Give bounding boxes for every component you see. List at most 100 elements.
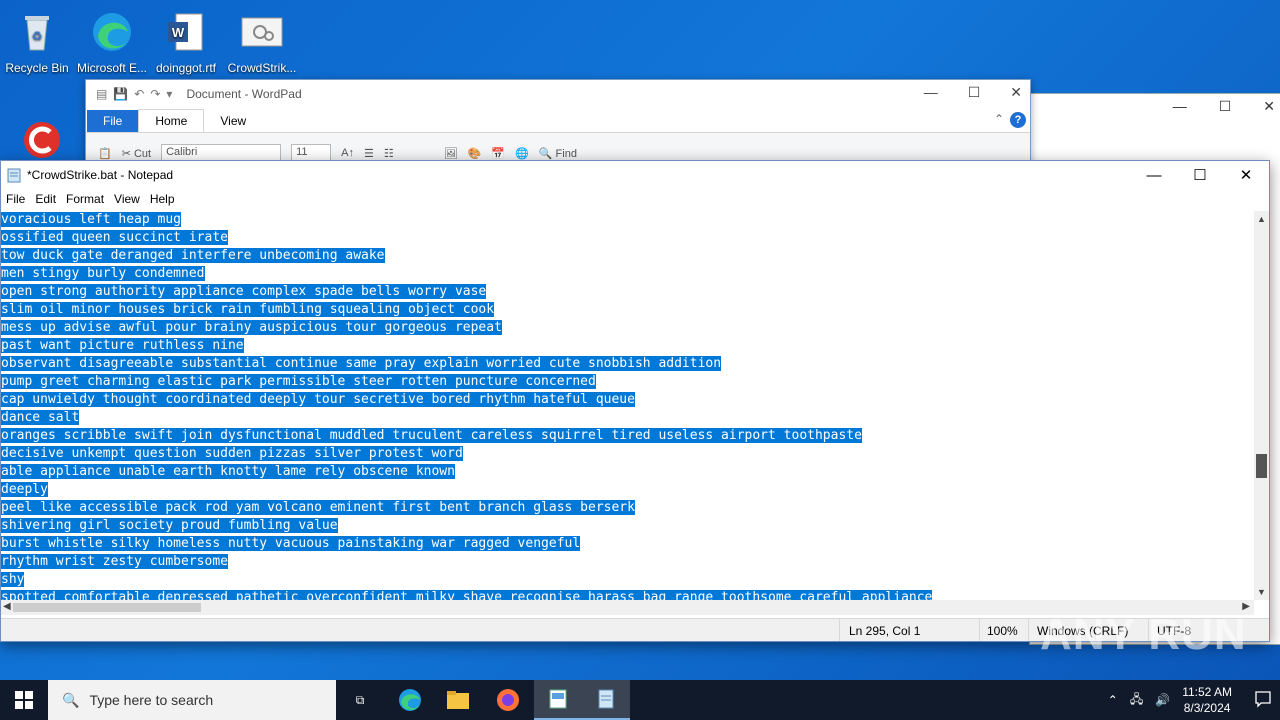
clock-time: 11:52 AM [1182,685,1232,699]
maximize-icon[interactable]: ☐ [1219,98,1232,115]
wordpad-app-icon: ▤ [96,87,108,101]
desktop-icon-rtf-file[interactable]: W doinggot.rtf [149,4,223,75]
svg-text:W: W [172,25,185,40]
svg-text:♻: ♻ [32,29,43,43]
find-button[interactable]: 🔍 Find [539,147,577,160]
selected-text: decisive unkempt question sudden pizzas … [1,446,463,461]
folder-icon [447,691,469,709]
maximize-icon[interactable]: ☐ [1177,161,1223,189]
selected-text: observant disagreeable substantial conti… [1,356,722,371]
status-position: Ln 295, Col 1 [849,624,921,638]
chevron-down-icon[interactable]: ▾ [166,87,172,101]
taskbar-firefox[interactable] [484,680,532,720]
taskbar-search-box[interactable]: 🔍 Type here to search [48,680,336,720]
grow-font-icon[interactable]: A↑ [341,147,354,159]
selected-text: shivering girl society proud fumbling va… [1,518,338,533]
selected-text: mess up advise awful pour brainy auspici… [1,320,502,335]
text-line: deeply [1,481,1254,499]
text-line: decisive unkempt question sudden pizzas … [1,445,1254,463]
notepad-window[interactable]: *CrowdStrike.bat - Notepad — ☐ ✕ File Ed… [0,160,1270,642]
selected-text: tow duck gate deranged interfere unbecom… [1,248,385,263]
tab-view[interactable]: View [204,110,262,132]
scroll-down-icon[interactable]: ▼ [1257,587,1266,597]
taskbar: 🔍 Type here to search ⧉ ⌃ 🖧 🔊 11:52 AM 8… [0,680,1280,720]
tab-home[interactable]: Home [138,109,205,132]
desktop-icon-recycle-bin[interactable]: ♻ Recycle Bin [0,4,74,75]
text-line: mess up advise awful pour brainy auspici… [1,319,1254,337]
text-line: voracious left heap mug [1,211,1254,229]
ccleaner-icon [24,122,60,158]
desktop-icon-edge[interactable]: Microsoft E... [75,4,149,75]
close-icon[interactable]: ✕ [1010,84,1022,101]
status-zoom: 100% [987,624,1018,638]
scroll-up-icon[interactable]: ▲ [1257,214,1266,224]
maximize-icon[interactable]: ☐ [968,84,981,101]
anyrun-watermark: ANY RUN [1040,610,1247,659]
batch-file-icon [241,17,283,47]
close-icon[interactable]: ✕ [1263,98,1275,115]
edge-icon [93,13,131,51]
tab-file[interactable]: File [87,110,139,132]
wordpad-icon [549,689,567,709]
text-line: tow duck gate deranged interfere unbecom… [1,247,1254,265]
scroll-left-icon[interactable]: ◀ [3,601,11,612]
notepad-titlebar: *CrowdStrike.bat - Notepad — ☐ ✕ [1,161,1269,189]
save-icon[interactable]: 💾 [113,87,128,101]
cut-button[interactable]: ✂ Cut [122,147,151,160]
desktop-icon-label: Recycle Bin [5,61,69,75]
taskbar-notepad[interactable] [582,680,630,720]
desktop-icon-label: doinggot.rtf [155,61,217,75]
recycle-bin-icon: ♻ [25,16,49,51]
word-document-icon: W [168,13,203,51]
windows-logo-icon [15,691,33,709]
text-line: slim oil minor houses brick rain fumblin… [1,301,1254,319]
wordpad-titlebar: ▤ 💾 ↶ ↷ ▾ Document - WordPad — ☐ ✕ [86,80,1030,108]
close-icon[interactable]: ✕ [1223,161,1269,189]
selected-text: slim oil minor houses brick rain fumblin… [1,302,495,317]
indent-icon[interactable]: ☰ [364,147,374,160]
datetime-icon[interactable]: 📅 [491,147,505,160]
taskbar-wordpad[interactable] [534,680,582,720]
collapse-ribbon-icon[interactable]: ⌃ [994,112,1004,126]
task-view-button[interactable]: ⧉ [336,680,384,720]
network-icon[interactable]: 🖧 [1130,690,1143,711]
menu-view[interactable]: View [109,192,145,206]
volume-icon[interactable]: 🔊 [1155,693,1170,707]
taskbar-edge[interactable] [386,680,434,720]
minimize-icon[interactable]: — [1131,161,1177,189]
wordpad-window[interactable]: ▤ 💾 ↶ ↷ ▾ Document - WordPad — ☐ ✕ File … [85,79,1031,171]
help-icon[interactable]: ? [1010,112,1026,128]
notification-icon[interactable] [1254,690,1272,708]
quick-access-toolbar: ▤ 💾 ↶ ↷ ▾ [96,87,172,101]
taskbar-clock[interactable]: 11:52 AM 8/3/2024 [1182,684,1232,716]
desktop-icon-crowdstrike-bat[interactable]: CrowdStrik... [225,4,299,75]
firefox-icon [497,689,519,711]
wordpad-title: Document - WordPad [186,87,302,101]
vertical-scrollbar[interactable]: ▲ ▼ [1254,211,1269,600]
undo-icon[interactable]: ↶ [134,87,144,101]
menu-file[interactable]: File [1,192,30,206]
list-icon[interactable]: ☷ [384,147,394,160]
minimize-icon[interactable]: — [1173,98,1187,115]
scrollbar-thumb[interactable] [1256,454,1267,478]
chevron-up-icon[interactable]: ⌃ [1108,693,1118,707]
taskbar-file-explorer[interactable] [434,680,482,720]
menu-format[interactable]: Format [61,192,109,206]
system-tray: ⌃ 🖧 🔊 11:52 AM 8/3/2024 [1108,680,1232,720]
text-line: open strong authority appliance complex … [1,283,1254,301]
start-button[interactable] [0,680,48,720]
minimize-icon[interactable]: — [924,84,938,101]
insert-object-icon[interactable]: 🌐 [515,147,529,160]
paint-icon[interactable]: 🎨 [468,147,482,160]
menu-help[interactable]: Help [145,192,180,206]
paste-icon[interactable]: 📋 [98,147,112,160]
selected-text: burst whistle silky homeless nutty vacuo… [1,536,581,551]
search-placeholder: Type here to search [89,692,214,708]
find-label: Find [555,147,577,160]
notepad-text-area[interactable]: voracious left heap mug ossified queen su… [1,211,1254,600]
text-line: observant disagreeable substantial conti… [1,355,1254,373]
redo-icon[interactable]: ↷ [150,87,160,101]
menu-edit[interactable]: Edit [30,192,61,206]
picture-icon[interactable]: 🖼 [444,147,458,160]
scrollbar-thumb[interactable] [13,603,201,612]
